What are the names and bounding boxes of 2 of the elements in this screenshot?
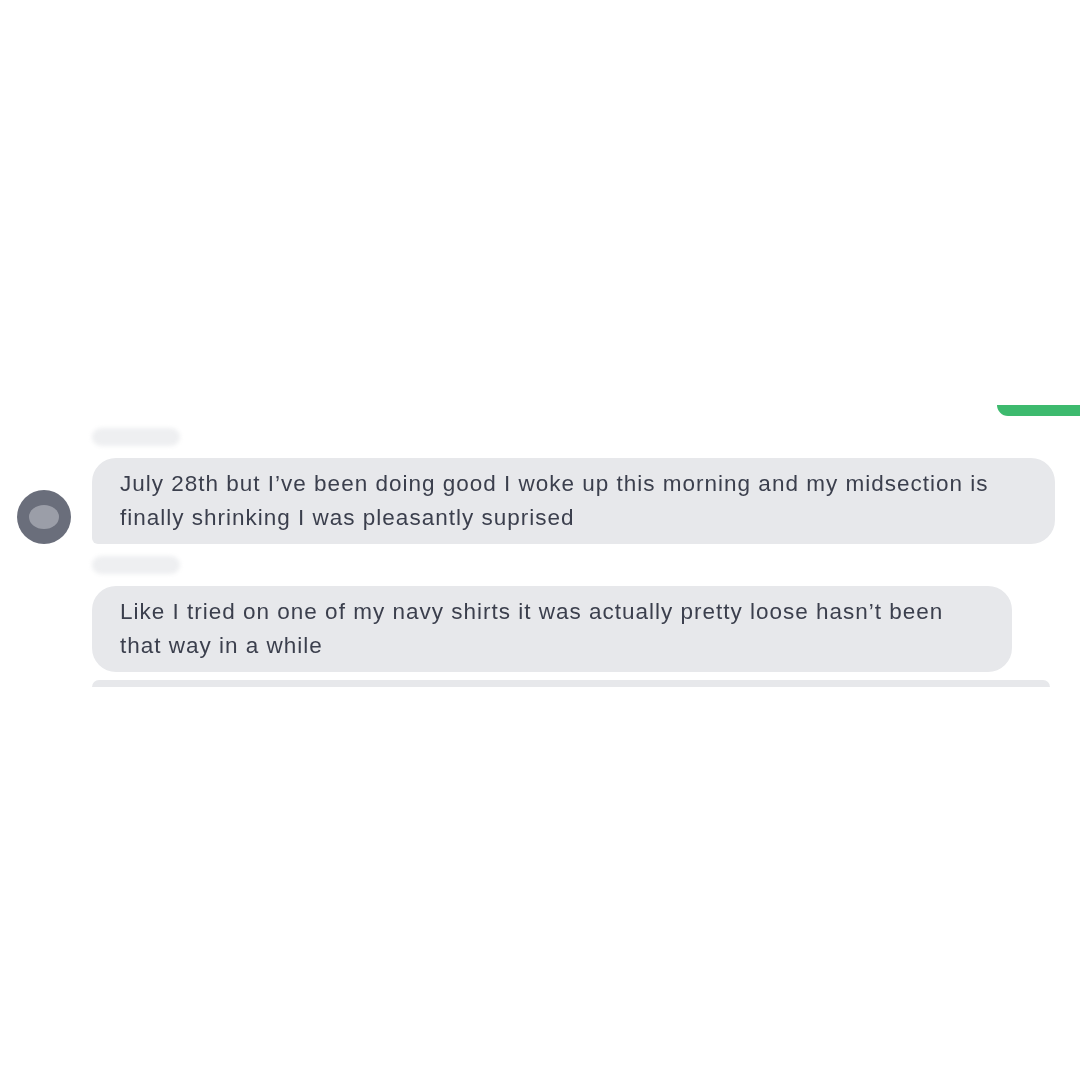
message-text: July 28th but I’ve been doing good I woke up this morning and my midsection is finally shrinking I was pleasantly suprised (120, 470, 990, 532)
message-text: Like I tried on one of my navy shirts it was actually pretty loose hasn’t been that way in a while (120, 598, 945, 660)
